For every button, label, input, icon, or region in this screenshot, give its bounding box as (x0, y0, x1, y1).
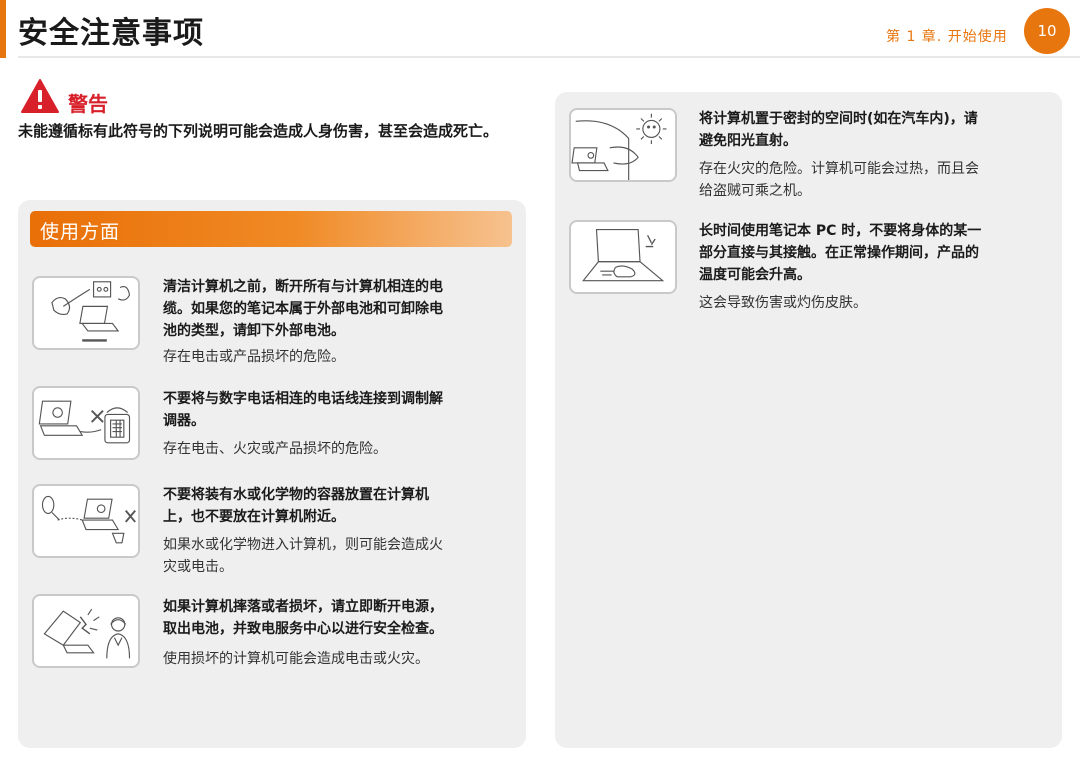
item-heading: 不要将与数字电话相连的电话线连接到调制解 调器。 (163, 391, 443, 429)
item-heading: 如果计算机摔落或者损坏，请立即断开电源， 取出电池，并致电服务中心以进行安全检查… (163, 599, 443, 637)
chapter-label: 第 1 章. 开始使用 (886, 29, 1008, 45)
item-description: 存在火灾的危险。计算机可能会过热，而且会 给盗贼可乘之机。 (699, 161, 979, 199)
page-title: 安全注意事项 (18, 16, 204, 51)
liquid-spill-icon (32, 484, 140, 558)
warning-label: 警告 (68, 92, 108, 116)
item-heading: 长时间使用笔记本 PC 时，不要将身体的某一 部分直接与其接触。在正常操作期间，… (699, 223, 982, 283)
broken-laptop-icon (32, 594, 140, 668)
warning-triangle-icon (21, 79, 59, 113)
item-description: 如果水或化学物进入计算机，则可能会造成火 灾或电击。 (163, 537, 443, 575)
item-heading: 清洁计算机之前，断开所有与计算机相连的电 缆。如果您的笔记本属于外部电池和可卸除… (163, 279, 443, 339)
item-description: 存在电击、火灾或产品损坏的危险。 (163, 441, 387, 457)
item-description: 这会导致伤害或灼伤皮肤。 (699, 295, 867, 311)
sun-car-icon (569, 108, 677, 182)
item-heading: 不要将装有水或化学物的容器放置在计算机 上，也不要放在计算机附近。 (163, 487, 429, 525)
header-divider (18, 56, 1080, 58)
section-title: 使用方面 (40, 221, 121, 243)
page-number-badge: 10 (1024, 8, 1070, 54)
phone-line-icon (32, 386, 140, 460)
warning-text: 未能遵循标有此符号的下列说明可能会造成人身伤害，甚至会造成死亡。 (18, 122, 499, 140)
hot-laptop-icon (569, 220, 677, 294)
title-accent-bar (0, 0, 6, 58)
item-description: 存在电击或产品损坏的危险。 (163, 349, 345, 365)
item-heading: 将计算机置于密封的空间时(如在汽车内)，请 避免阳光直射。 (699, 111, 978, 149)
unplug-cable-icon (32, 276, 140, 350)
item-description: 使用损坏的计算机可能会造成电击或火灾。 (163, 651, 429, 667)
